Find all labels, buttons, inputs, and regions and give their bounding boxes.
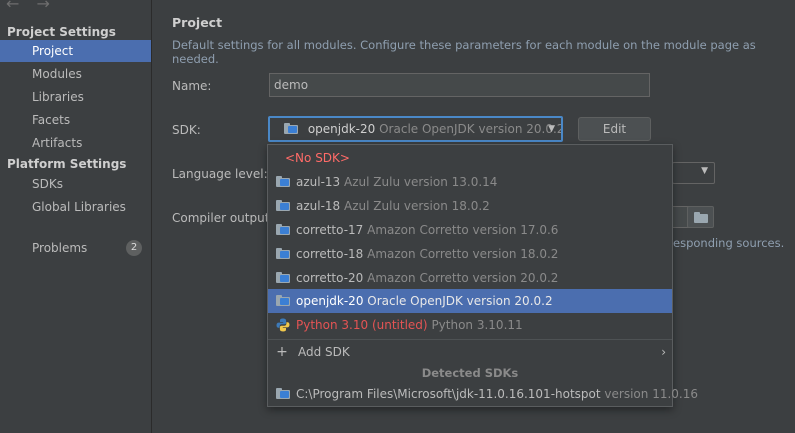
python-icon xyxy=(276,318,290,332)
sidebar-item-facets[interactable]: Facets xyxy=(0,109,151,131)
name-label: Name: xyxy=(172,79,212,93)
language-level-label: Language level: xyxy=(172,167,268,181)
page-title: Project xyxy=(172,15,223,30)
sdk-option-name: corretto-17 xyxy=(296,223,364,237)
sdk-option-name: corretto-18 xyxy=(296,247,364,261)
add-sdk-label: Add SDK xyxy=(298,345,350,359)
page-description: Default settings for all modules. Config… xyxy=(172,38,756,66)
sdk-option[interactable]: corretto-17 Amazon Corretto version 17.0… xyxy=(268,218,672,242)
dropdown-arrow-icon: ▼ xyxy=(548,124,555,134)
sdk-option-python[interactable]: Python 3.10 (untitled) Python 3.10.11 xyxy=(268,313,672,337)
language-level-combobox[interactable]: ▼ xyxy=(672,162,715,184)
problems-count-badge: 2 xyxy=(126,240,142,256)
jdk-folder-icon xyxy=(276,224,290,235)
jdk-folder-icon xyxy=(276,248,290,259)
sdk-option-version: Oracle OpenJDK version 20.0.2 xyxy=(367,294,553,308)
jdk-folder-icon xyxy=(284,123,298,134)
sdk-option-name: openjdk-20 xyxy=(296,294,364,308)
sdk-option-name: azul-18 xyxy=(296,199,341,213)
edit-sdk-button[interactable]: Edit xyxy=(578,117,651,141)
back-forward-icons[interactable]: ← → xyxy=(6,0,56,13)
sdk-label: SDK: xyxy=(172,123,201,137)
sdk-selected-version: Oracle OpenJDK version 20.0.2 xyxy=(379,122,563,136)
sdk-option-name: azul-13 xyxy=(296,175,341,189)
submenu-arrow-icon: › xyxy=(661,345,666,359)
sidebar-item-global-libraries[interactable]: Global Libraries xyxy=(0,196,151,218)
folder-icon xyxy=(694,212,708,223)
sdk-option-version: Amazon Corretto version 17.0.6 xyxy=(367,223,559,237)
sidebar-item-modules[interactable]: Modules xyxy=(0,63,151,85)
add-sdk-menu-item[interactable]: + Add SDK › xyxy=(268,340,672,364)
sdk-option-version: version 11.0.16 xyxy=(604,387,698,401)
sdk-option[interactable]: corretto-18 Amazon Corretto version 18.0… xyxy=(268,242,672,266)
sdk-option-version: Amazon Corretto version 18.0.2 xyxy=(367,247,559,261)
sdk-option-version: Amazon Corretto version 20.0.2 xyxy=(367,271,559,285)
sdk-option[interactable]: azul-18 Azul Zulu version 18.0.2 xyxy=(268,194,672,218)
jdk-folder-icon xyxy=(276,295,290,306)
sidebar-item-project[interactable]: Project xyxy=(0,40,151,62)
sdk-dropdown-popup: <No SDK> azul-13 Azul Zulu version 13.0.… xyxy=(267,144,698,407)
sidebar-item-sdks[interactable]: SDKs xyxy=(0,173,151,195)
browse-folder-button[interactable] xyxy=(687,206,714,228)
jdk-folder-icon xyxy=(276,200,290,211)
problems-label: Problems xyxy=(32,241,88,255)
plus-icon: + xyxy=(276,344,288,360)
sidebar-item-libraries[interactable]: Libraries xyxy=(0,86,151,108)
sdk-selected-name: openjdk-20 xyxy=(307,122,376,136)
sdk-option-name: C:\Program Files\Microsoft\jdk-11.0.16.1… xyxy=(296,387,601,401)
sdk-option-selected[interactable]: openjdk-20 Oracle OpenJDK version 20.0.2 xyxy=(268,289,672,313)
sdk-option-name: Python 3.10 (untitled) xyxy=(296,318,428,332)
sdk-combobox[interactable]: openjdk-20 Oracle OpenJDK version 20.0.2… xyxy=(268,116,563,142)
compiler-output-label: Compiler output: xyxy=(172,211,274,225)
project-settings-header: Project Settings xyxy=(7,25,116,39)
project-name-field[interactable]: demo xyxy=(269,73,650,97)
jdk-folder-icon xyxy=(276,176,290,187)
settings-sidebar: ← → Project Settings Project Modules Lib… xyxy=(0,0,152,433)
sdk-option-detected[interactable]: C:\Program Files\Microsoft\jdk-11.0.16.1… xyxy=(268,382,698,406)
sidebar-item-problems[interactable]: Problems 2 xyxy=(0,237,151,259)
jdk-folder-icon xyxy=(276,272,290,283)
sdk-option-no-sdk[interactable]: <No SDK> xyxy=(268,146,672,170)
detected-sdks-header: Detected SDKs xyxy=(421,366,519,380)
jdk-folder-icon xyxy=(276,388,290,399)
compiler-output-hint: esponding sources. xyxy=(673,236,785,250)
sdk-option-version: Python 3.10.11 xyxy=(431,318,523,332)
sdk-option[interactable]: azul-13 Azul Zulu version 13.0.14 xyxy=(268,170,672,194)
dropdown-arrow-icon: ▼ xyxy=(701,166,708,176)
sidebar-item-artifacts[interactable]: Artifacts xyxy=(0,132,151,154)
sdk-option-version: Azul Zulu version 18.0.2 xyxy=(344,199,490,213)
sdk-option-version: Azul Zulu version 13.0.14 xyxy=(344,175,498,189)
sdk-option[interactable]: corretto-20 Amazon Corretto version 20.0… xyxy=(268,266,672,290)
platform-settings-header: Platform Settings xyxy=(7,157,127,171)
sdk-option-name: corretto-20 xyxy=(296,271,364,285)
